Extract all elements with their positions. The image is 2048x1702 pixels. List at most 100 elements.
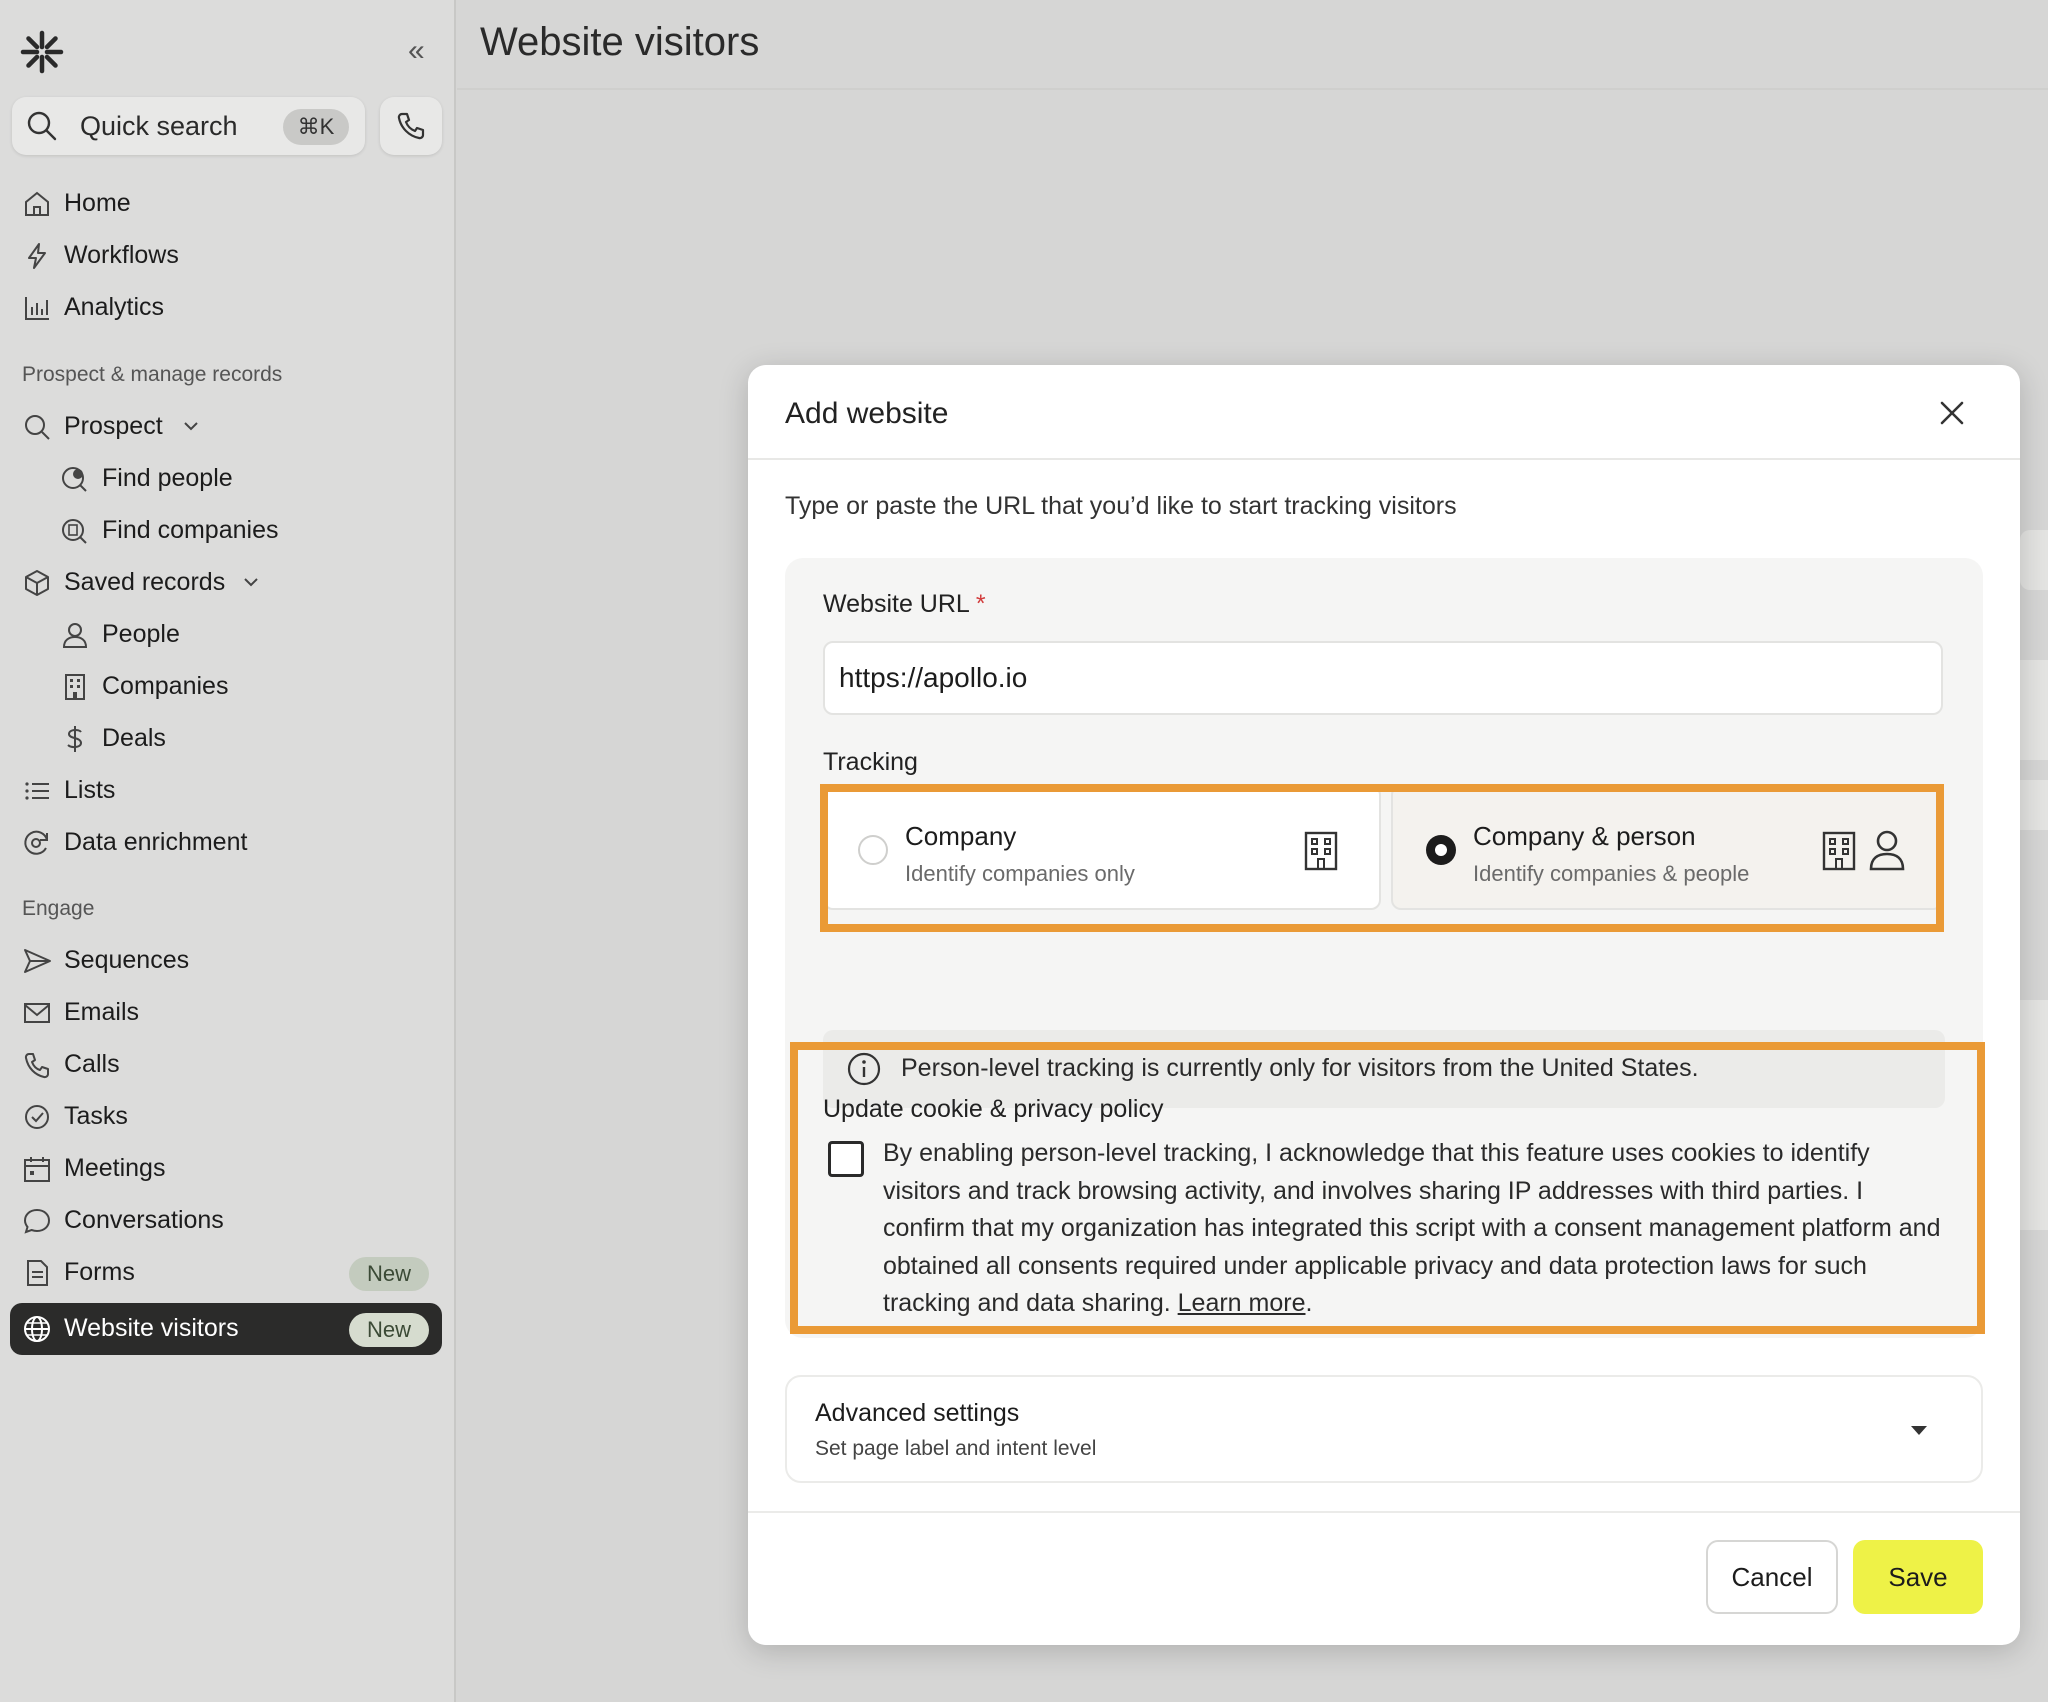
tracking-option-company-person[interactable]: Company & person Identify companies & pe… xyxy=(1391,785,1943,910)
sidebar-item-label: Emails xyxy=(64,998,140,1026)
sidebar-item-label: Workflows xyxy=(64,241,179,269)
sidebar-item-label: Lists xyxy=(64,776,116,804)
save-button[interactable]: Save xyxy=(1853,1540,1983,1614)
find-companies-icon xyxy=(62,519,87,544)
sidebar-item-meetings[interactable]: Meetings xyxy=(10,1143,442,1193)
sidebar-item-tasks[interactable]: Tasks xyxy=(10,1091,442,1141)
close-icon[interactable] xyxy=(1936,397,1968,429)
sidebar-item-workflows[interactable]: Workflows xyxy=(10,230,442,280)
building-icon xyxy=(1304,831,1338,871)
sidebar-item-label: Deals xyxy=(102,724,166,752)
section-label-engage: Engage xyxy=(22,897,95,920)
modal-header: Add website xyxy=(748,365,2020,460)
sidebar-item-analytics[interactable]: Analytics xyxy=(10,282,442,332)
sidebar-item-label: Home xyxy=(64,189,131,217)
person-icon xyxy=(62,623,88,648)
caret-down-icon[interactable] xyxy=(1908,1419,1930,1441)
calendar-icon xyxy=(24,1157,50,1182)
learn-more-link[interactable]: Learn more xyxy=(1178,1289,1306,1317)
sidebar-item-people[interactable]: People xyxy=(10,609,442,659)
background-card xyxy=(2020,660,2048,760)
search-icon xyxy=(27,111,57,141)
footer-divider xyxy=(748,1511,2020,1513)
policy-end: . xyxy=(1305,1289,1313,1317)
globe-icon xyxy=(24,1316,50,1342)
form-panel: Website URL * https://apollo.io Tracking… xyxy=(785,558,1983,1338)
modal-description: Type or paste the URL that you’d like to… xyxy=(785,492,1457,520)
sidebar-item-data-enrichment[interactable]: Data enrichment xyxy=(10,817,442,867)
find-people-icon xyxy=(62,467,87,492)
shortcut-badge: ⌘K xyxy=(283,109,349,145)
sidebar-item-find-companies[interactable]: Find companies xyxy=(10,505,442,555)
sidebar-item-emails[interactable]: Emails xyxy=(10,987,442,1037)
sidebar-item-label: Find companies xyxy=(102,516,279,544)
info-text: Person-level tracking is currently only … xyxy=(901,1054,1699,1082)
sidebar-item-conversations[interactable]: Conversations xyxy=(10,1195,442,1245)
sidebar-item-home[interactable]: Home xyxy=(10,178,442,228)
sidebar-item-sequences[interactable]: Sequences xyxy=(10,935,442,985)
sidebar-item-companies[interactable]: Companies xyxy=(10,661,442,711)
option-title: Company & person xyxy=(1473,821,1696,851)
chevron-down-icon xyxy=(184,422,198,431)
bar-chart-icon xyxy=(25,297,49,320)
background-card xyxy=(2020,1000,2048,1230)
sidebar: « Quick search ⌘K Home Workflows Analyti… xyxy=(0,0,456,1702)
dollar-icon xyxy=(67,726,83,752)
sidebar-item-label: Find people xyxy=(102,464,233,492)
sidebar-item-forms[interactable]: Forms New xyxy=(10,1247,442,1297)
website-url-label: Website URL * xyxy=(823,590,986,619)
quick-search[interactable]: Quick search ⌘K xyxy=(12,97,365,155)
cancel-button[interactable]: Cancel xyxy=(1706,1540,1838,1614)
website-url-label-text: Website URL xyxy=(823,590,969,618)
info-icon xyxy=(847,1052,881,1086)
option-subtitle: Identify companies & people xyxy=(1473,861,1750,886)
sidebar-item-label: Data enrichment xyxy=(64,828,248,856)
building-icon xyxy=(1822,831,1856,871)
radio-company-person[interactable] xyxy=(1426,835,1456,865)
add-website-modal: Add website Type or paste the URL that y… xyxy=(748,365,2020,1645)
policy-title: Update cookie & privacy policy xyxy=(823,1095,1164,1123)
sidebar-item-find-people[interactable]: Find people xyxy=(10,453,442,503)
sidebar-item-prospect[interactable]: Prospect xyxy=(10,401,442,451)
policy-text: By enabling person-level tracking, I ack… xyxy=(883,1135,1943,1323)
sidebar-item-label: Forms xyxy=(64,1258,135,1286)
mail-icon xyxy=(24,1003,50,1023)
apollo-logo-icon[interactable] xyxy=(20,30,64,74)
sidebar-item-label: Conversations xyxy=(64,1206,224,1234)
option-title: Company xyxy=(905,821,1017,851)
radio-company[interactable] xyxy=(858,835,888,865)
advanced-settings-title: Advanced settings xyxy=(815,1399,1020,1427)
policy-body: By enabling person-level tracking, I ack… xyxy=(883,1139,1941,1317)
advanced-settings-subtitle: Set page label and intent level xyxy=(815,1437,1097,1460)
sidebar-item-deals[interactable]: Deals xyxy=(10,713,442,763)
box-icon xyxy=(25,570,49,596)
tracking-option-company[interactable]: Company Identify companies only xyxy=(823,785,1381,910)
new-badge: New xyxy=(349,1313,429,1347)
send-icon xyxy=(24,949,51,973)
header-divider xyxy=(457,88,2048,90)
advanced-settings[interactable]: Advanced settings Set page label and int… xyxy=(785,1375,1983,1483)
phone-icon xyxy=(397,112,425,140)
sidebar-item-label: Analytics xyxy=(64,293,165,321)
person-icon xyxy=(1869,830,1905,871)
home-icon xyxy=(25,191,49,216)
sidebar-item-website-visitors[interactable]: Website visitors New xyxy=(10,1303,442,1355)
sidebar-item-label: Meetings xyxy=(64,1154,166,1182)
list-icon xyxy=(25,782,49,800)
collapse-sidebar-icon[interactable]: « xyxy=(408,36,425,66)
sidebar-item-label: Tasks xyxy=(64,1102,128,1130)
sidebar-item-label: Saved records xyxy=(64,568,226,596)
bolt-icon xyxy=(28,243,46,269)
policy-consent-checkbox[interactable] xyxy=(828,1141,864,1177)
sidebar-item-label: Website visitors xyxy=(64,1314,239,1342)
sidebar-item-saved-records[interactable]: Saved records xyxy=(10,557,442,607)
building-icon xyxy=(65,674,85,700)
phone-icon xyxy=(24,1053,49,1079)
background-card xyxy=(2020,780,2048,830)
chat-bubble-icon xyxy=(23,1208,51,1234)
tracking-label: Tracking xyxy=(823,748,918,776)
sidebar-item-calls[interactable]: Calls xyxy=(10,1039,442,1089)
phone-button[interactable] xyxy=(380,97,442,155)
website-url-input[interactable]: https://apollo.io xyxy=(823,641,1943,715)
sidebar-item-lists[interactable]: Lists xyxy=(10,765,442,815)
